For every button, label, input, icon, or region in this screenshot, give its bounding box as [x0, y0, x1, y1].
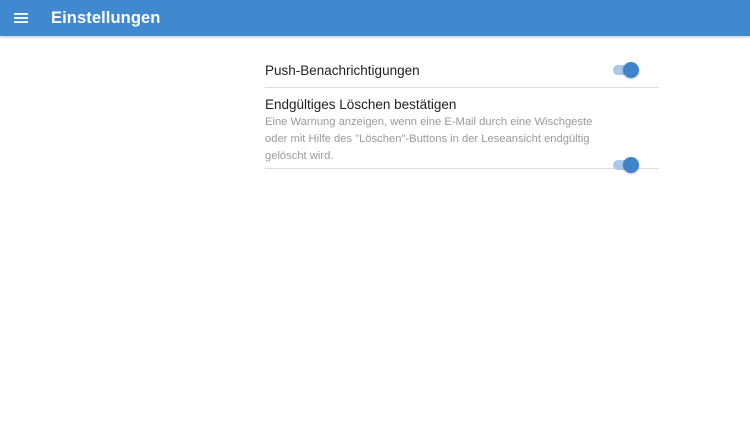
- hamburger-menu-icon: [14, 13, 28, 23]
- toggle-thumb: [623, 62, 639, 78]
- setting-confirm-delete[interactable]: Endgültiges Löschen bestätigen Eine Warn…: [265, 88, 659, 173]
- confirm-delete-toggle[interactable]: [613, 157, 639, 173]
- setting-description: Eine Warnung anzeigen, wenn eine E-Mail …: [265, 116, 593, 162]
- push-notifications-toggle[interactable]: [613, 62, 639, 78]
- setting-push-notifications[interactable]: Push-Benachrichtigungen: [265, 51, 659, 88]
- setting-title: Endgültiges Löschen bestätigen: [265, 97, 457, 112]
- setting-title: Push-Benachrichtigungen: [265, 63, 420, 78]
- settings-list: Push-Benachrichtigungen Endgültiges Lösc…: [265, 51, 659, 173]
- page-title: Einstellungen: [51, 8, 161, 27]
- toggle-thumb: [623, 157, 639, 173]
- app-bar: Einstellungen: [0, 0, 750, 36]
- menu-button[interactable]: [0, 0, 42, 36]
